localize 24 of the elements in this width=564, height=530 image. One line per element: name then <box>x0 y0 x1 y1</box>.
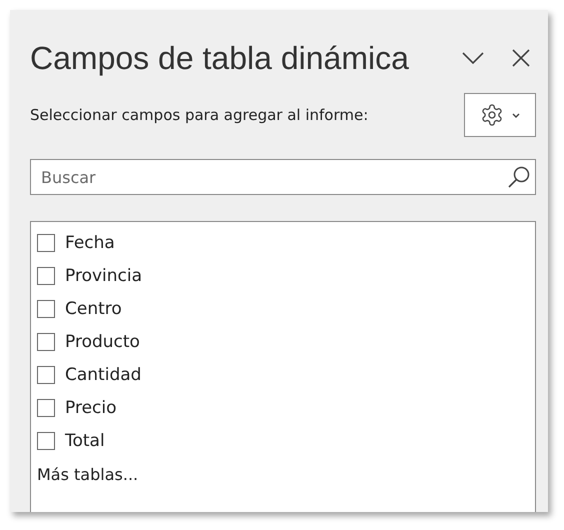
checkbox[interactable] <box>37 432 55 450</box>
chevron-icon <box>462 52 484 64</box>
field-label[interactable]: Precio <box>65 398 116 418</box>
more-tables-link[interactable]: Más tablas... <box>37 465 138 484</box>
pane-title: Campos de tabla dinámica <box>30 40 410 76</box>
close-icon <box>512 49 530 67</box>
field-label[interactable]: Producto <box>65 332 140 352</box>
field-label[interactable]: Centro <box>65 298 122 318</box>
checkbox[interactable] <box>37 234 55 252</box>
instruction-text: Seleccionar campos para agregar al informe: <box>30 106 370 124</box>
settings-button[interactable] <box>464 93 536 137</box>
checkbox[interactable] <box>37 300 55 318</box>
checkbox[interactable] <box>37 398 55 416</box>
field-label[interactable]: Fecha <box>65 232 115 252</box>
field-label[interactable]: Total <box>65 430 105 450</box>
search-icon <box>507 165 531 189</box>
field-label[interactable]: Provincia <box>65 266 142 286</box>
field-label[interactable]: Cantidad <box>65 364 142 384</box>
settings-icon <box>480 103 504 127</box>
checkbox[interactable] <box>37 266 55 284</box>
caret-icon <box>512 112 520 118</box>
checkbox[interactable] <box>37 366 55 384</box>
checkbox[interactable] <box>37 332 55 350</box>
search-field[interactable]: Buscar <box>30 159 536 195</box>
